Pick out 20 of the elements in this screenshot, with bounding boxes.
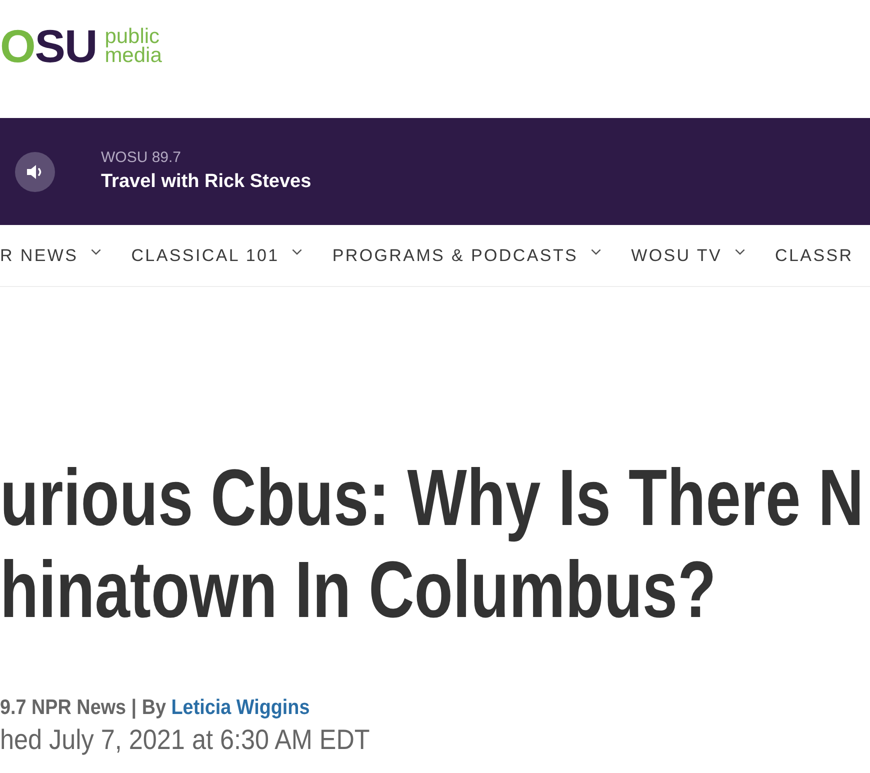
nav-link[interactable]: WOSU TV <box>631 242 746 268</box>
chevron-down-icon <box>292 248 302 254</box>
volume-button[interactable] <box>15 152 55 192</box>
program-title[interactable]: Travel with Rick Steves <box>101 170 312 194</box>
nav-link[interactable]: PROGRAMS & PODCASTS <box>332 242 602 268</box>
headline-line: urious Cbus: Why Is There N <box>0 452 864 544</box>
byline: 9.7 NPR News | By Leticia Wiggins <box>0 695 310 720</box>
headline-line: hinatown In Columbus? <box>0 544 716 636</box>
logo-tagline: public media <box>104 27 162 65</box>
publish-date: hed July 7, 2021 at 6:30 AM EDT <box>0 723 370 757</box>
speaker-icon <box>27 164 43 178</box>
nav-link[interactable]: R NEWS <box>0 242 102 268</box>
chevron-down-icon <box>735 248 746 254</box>
station-name: WOSU 89.7 <box>101 149 182 167</box>
nav-link[interactable]: CLASSICAL 101 <box>131 242 302 268</box>
logo-wordmark[interactable]: OSU <box>0 23 97 69</box>
author-link[interactable]: Leticia Wiggins <box>171 696 310 719</box>
nav-link[interactable]: CLASSR <box>775 242 854 268</box>
chevron-down-icon <box>591 248 602 254</box>
chevron-down-icon <box>91 248 102 254</box>
